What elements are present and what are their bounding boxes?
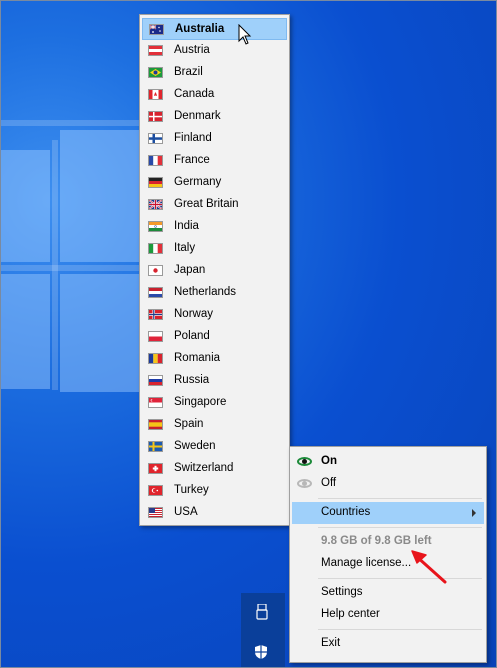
annotation-arrow [411,550,447,584]
